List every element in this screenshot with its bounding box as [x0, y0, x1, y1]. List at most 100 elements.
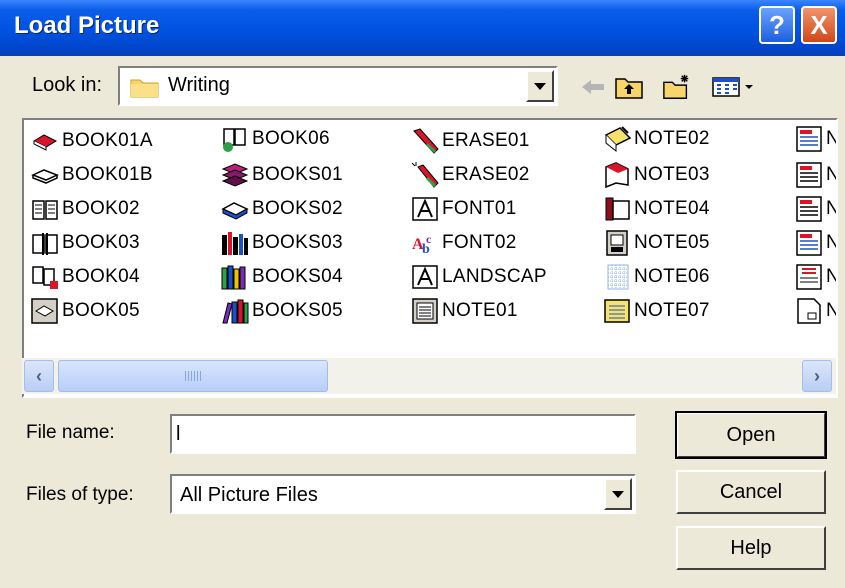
file-label: FONT02 — [442, 232, 517, 253]
chevron-right-icon: › — [814, 365, 820, 386]
font-a-box-icon — [412, 197, 438, 221]
scroll-left-button[interactable]: ‹ — [24, 360, 54, 392]
books-row-color-icon — [221, 265, 246, 290]
file-item-erase02[interactable]: ERASE02 — [410, 160, 530, 190]
file-item-book06[interactable]: BOOK06 — [220, 124, 330, 154]
file-label: BOOK01A — [62, 130, 153, 151]
files-of-type-label: Files of type: — [26, 484, 134, 505]
scrollbar-thumb[interactable] — [58, 360, 328, 392]
file-label: NOTE01 — [442, 300, 518, 321]
file-item-book05[interactable]: BOOK05 — [30, 296, 140, 326]
note-book-red-icon — [605, 197, 630, 221]
chevron-down-icon — [534, 82, 546, 90]
file-item-books04[interactable]: BOOKS04 — [220, 262, 343, 292]
book-open-icon — [32, 200, 58, 220]
book-green-icon — [223, 128, 246, 152]
memo-icon — [796, 162, 822, 188]
file-item-partial[interactable]: N — [794, 124, 836, 154]
open-button[interactable]: Open — [675, 411, 827, 459]
file-label: BOOK06 — [252, 128, 330, 149]
file-item-erase01[interactable]: ERASE01 — [410, 126, 530, 156]
file-label: BOOK05 — [62, 300, 140, 321]
book-bookmark-icon — [32, 233, 58, 255]
horizontal-scrollbar[interactable]: ‹ › — [22, 358, 836, 394]
create-new-folder-icon[interactable] — [662, 72, 692, 102]
file-name-input[interactable]: l — [170, 414, 636, 454]
cancel-button[interactable]: Cancel — [676, 470, 826, 514]
folder-icon — [130, 79, 159, 98]
file-label: BOOKS02 — [252, 198, 343, 219]
title-help-button[interactable]: ? — [759, 6, 795, 44]
file-item-note04[interactable]: NOTE04 — [602, 194, 710, 224]
file-item-books03[interactable]: BOOKS03 — [220, 228, 343, 258]
file-item-landscap[interactable]: LANDSCAP — [410, 262, 547, 292]
file-item-books02[interactable]: BOOKS02 — [220, 194, 343, 224]
note-red-icon — [605, 162, 629, 189]
file-list[interactable]: BOOK01A BOOK01B BOOK02 BOOK03 BOOK04 BOO… — [22, 118, 838, 398]
files-of-type-value: All Picture Files — [180, 484, 318, 506]
files-of-type-combo[interactable]: All Picture Files — [170, 474, 636, 514]
grip-icon — [185, 371, 201, 381]
file-item-note02[interactable]: NOTE02 — [602, 124, 710, 154]
file-label: BOOKS01 — [252, 164, 343, 185]
file-item-font01[interactable]: FONT01 — [410, 194, 517, 224]
look-in-combo[interactable]: Writing — [118, 66, 558, 106]
file-item-partial[interactable]: N — [794, 160, 836, 190]
file-label: ERASE02 — [442, 164, 530, 185]
file-label: N — [826, 164, 836, 186]
help-button[interactable]: Help — [676, 526, 826, 570]
file-label: N — [826, 128, 836, 150]
file-item-books01[interactable]: BOOKS01 — [220, 160, 343, 190]
file-label: BOOKS05 — [252, 300, 343, 321]
note-spiral-icon — [606, 230, 628, 256]
file-item-book01b[interactable]: BOOK01B — [30, 160, 153, 190]
title-bar[interactable]: Load Picture ? X — [0, 0, 845, 56]
file-item-note07[interactable]: NOTE07 — [602, 296, 710, 326]
file-item-partial[interactable]: N — [794, 194, 836, 224]
dialog-title: Load Picture — [14, 12, 160, 39]
scroll-right-button[interactable]: › — [802, 360, 832, 392]
file-item-book02[interactable]: BOOK02 — [30, 194, 140, 224]
file-item-partial[interactable]: N — [794, 262, 836, 292]
file-item-partial[interactable]: N — [794, 228, 836, 258]
file-label: NOTE06 — [634, 266, 710, 287]
file-label: N — [826, 300, 836, 322]
file-item-book04[interactable]: BOOK04 — [30, 262, 140, 292]
file-label: ERASE01 — [442, 130, 530, 151]
note-pen-icon — [604, 126, 632, 153]
file-label: NOTE04 — [634, 198, 710, 219]
page-icon — [797, 298, 821, 324]
memo-icon — [796, 196, 822, 222]
file-item-note03[interactable]: NOTE03 — [602, 160, 710, 190]
up-one-level-icon[interactable] — [614, 72, 644, 102]
file-label: BOOKS03 — [252, 232, 343, 253]
file-item-book03[interactable]: BOOK03 — [30, 228, 140, 258]
file-item-partial[interactable]: N — [794, 296, 836, 326]
file-label: BOOK03 — [62, 232, 140, 253]
book-red-icon — [32, 134, 58, 151]
file-label: N — [826, 198, 836, 220]
file-name-label: File name: — [26, 422, 115, 443]
file-item-note06[interactable]: NOTE06 — [602, 262, 710, 292]
book-open-outline-icon — [31, 169, 59, 184]
file-item-note05[interactable]: NOTE05 — [602, 228, 710, 258]
file-label: LANDSCAP — [442, 266, 547, 287]
view-menu-icon[interactable] — [710, 72, 756, 102]
file-item-book01a[interactable]: BOOK01A — [30, 126, 153, 156]
pencil-eraser-sparkle-icon — [411, 162, 439, 188]
chevron-left-icon: ‹ — [36, 365, 42, 386]
file-item-note01[interactable]: NOTE01 — [410, 296, 518, 326]
file-item-books05[interactable]: BOOKS05 — [220, 296, 343, 326]
back-arrow-icon[interactable] — [578, 72, 608, 102]
note-yellow-icon — [604, 299, 630, 323]
file-label: BOOK02 — [62, 198, 140, 219]
file-label: NOTE07 — [634, 300, 710, 321]
book-open-blue-icon — [221, 202, 249, 220]
look-in-value: Writing — [168, 74, 230, 96]
file-item-font02[interactable]: Abc FONT02 — [410, 228, 517, 258]
look-in-dropdown-button[interactable] — [526, 70, 554, 102]
files-of-type-dropdown-button[interactable] — [604, 478, 632, 510]
book-framed-icon — [31, 298, 58, 324]
title-close-button[interactable]: X — [801, 6, 837, 44]
memo-icon — [796, 230, 822, 256]
